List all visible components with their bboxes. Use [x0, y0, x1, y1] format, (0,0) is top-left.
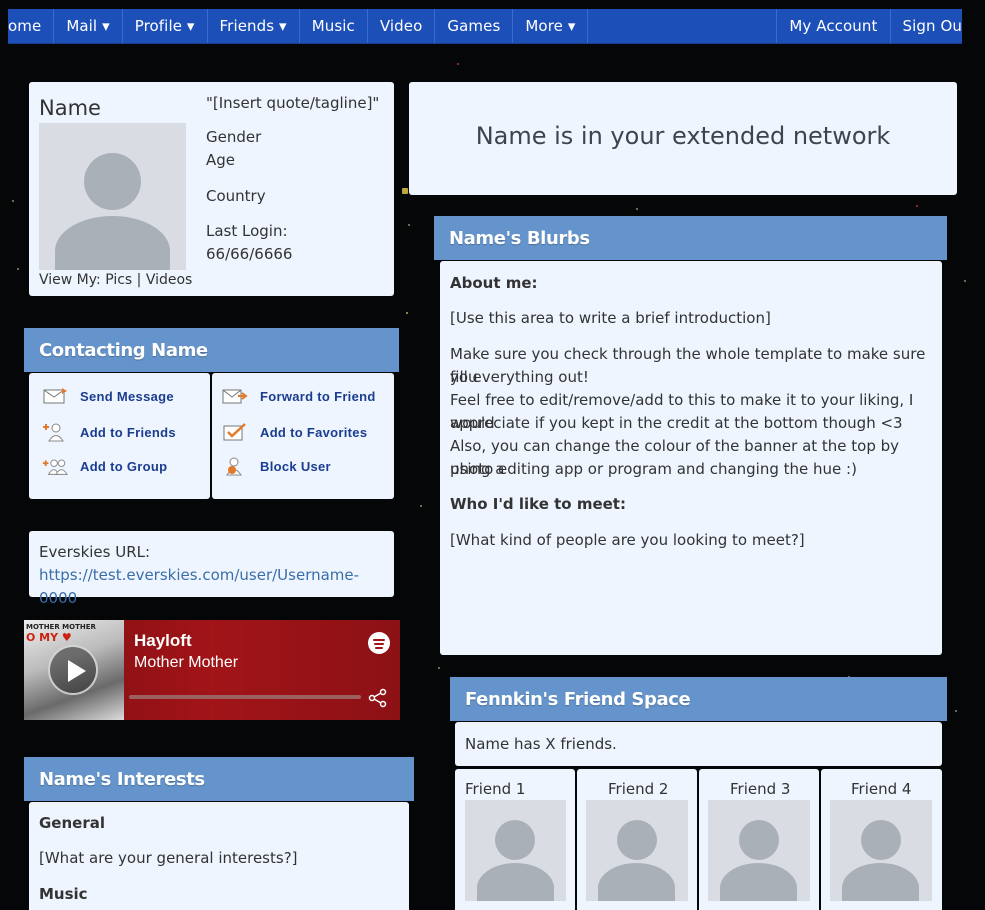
add-friends-label: Add to Friends	[80, 424, 176, 440]
friend-name-1[interactable]: Friend 1	[465, 780, 525, 798]
add-group-label: Add to Group	[80, 458, 168, 474]
meet-label: Who I'd like to meet:	[450, 495, 626, 513]
blurb-line-6: photo editing app or program and changin…	[450, 460, 857, 478]
friend-name-3[interactable]: Friend 3	[730, 780, 790, 798]
interests-header: Name's Interests	[24, 757, 414, 801]
friend-avatar-1[interactable]	[465, 800, 566, 901]
meet-text: [What kind of people are you looking to …	[450, 531, 805, 549]
about-me-text: [Use this area to write a brief introduc…	[450, 309, 771, 327]
url-box: Everskies URL: https://test.everskies.co…	[29, 531, 394, 607]
friend-name-4[interactable]: Friend 4	[851, 780, 911, 798]
song-title[interactable]: Hayloft	[134, 631, 192, 651]
play-button[interactable]	[48, 645, 98, 695]
block-user-button[interactable]: Block User	[222, 456, 331, 476]
friend-avatar-4[interactable]	[830, 800, 932, 901]
contact-header: Contacting Name	[24, 328, 399, 372]
progress-bar[interactable]	[129, 695, 361, 699]
album-cover: MOTHER MOTHER O MY ♥	[24, 620, 124, 720]
nav-mail[interactable]: Mail ▾	[54, 9, 123, 43]
url-label: Everskies URL:	[39, 543, 151, 561]
favorites-check-icon	[222, 422, 248, 442]
view-my-prefix: View My:	[39, 272, 106, 288]
last-login-value: 66/66/6666	[206, 245, 293, 263]
view-my-links: View My: Pics | Videos	[39, 272, 192, 288]
forward-to-friend-button[interactable]: Forward to Friend	[222, 386, 376, 406]
blurbs-header: Name's Blurbs	[434, 216, 947, 260]
add-favorites-label: Add to Favorites	[260, 424, 368, 440]
nav-more[interactable]: More ▾	[513, 9, 589, 43]
add-group-icon	[42, 456, 68, 476]
forward-envelope-icon	[222, 386, 248, 406]
nav-games[interactable]: Games	[435, 9, 514, 43]
interests-music-label: Music	[39, 885, 88, 903]
friend-name-2[interactable]: Friend 2	[608, 780, 668, 798]
nav-sign-out[interactable]: Sign Ou	[891, 9, 963, 43]
add-friend-icon	[42, 422, 68, 442]
friend-count-text: Name has X friends.	[465, 735, 617, 753]
nav-video[interactable]: Video	[368, 9, 436, 43]
profile-card: Name "[Insert quote/tagline]" Gender Age…	[29, 82, 394, 296]
artist-name[interactable]: Mother Mother	[134, 654, 238, 672]
block-user-icon	[222, 456, 248, 476]
profile-tagline: "[Insert quote/tagline]"	[206, 94, 380, 112]
friend-card-2[interactable]: Friend 2	[577, 769, 697, 910]
spotify-player: MOTHER MOTHER O MY ♥ Hayloft Mother Moth…	[24, 620, 400, 720]
nav-home[interactable]: ome	[8, 9, 55, 43]
friend-card-3[interactable]: Friend 3	[699, 769, 819, 910]
profile-url-link[interactable]: https://test.everskies.com/user/Username…	[39, 564, 394, 610]
friend-space-header: Fennkin's Friend Space	[450, 677, 947, 721]
add-to-favorites-button[interactable]: Add to Favorites	[222, 422, 367, 442]
friend-card-1[interactable]: Friend 1	[455, 769, 575, 910]
interests-panel: General [What are your general interests…	[29, 802, 409, 910]
envelope-icon	[42, 386, 68, 406]
profile-name: Name	[39, 96, 101, 120]
profile-gender: Gender	[206, 128, 262, 146]
forward-label: Forward to Friend	[260, 388, 376, 404]
blurb-line-2: fill everything out!	[450, 368, 589, 386]
nav-profile[interactable]: Profile ▾	[123, 9, 208, 43]
friend-avatar-3[interactable]	[708, 800, 810, 901]
top-nav: ome Mail ▾ Profile ▾ Friends ▾ Music Vid…	[8, 9, 962, 44]
send-message-button[interactable]: Send Message	[42, 386, 174, 406]
friend-card-4[interactable]: Friend 4	[821, 769, 942, 910]
block-user-label: Block User	[260, 458, 331, 474]
nav-music[interactable]: Music	[300, 9, 368, 43]
network-text: Name is in your extended network	[475, 122, 891, 150]
add-to-group-button[interactable]: Add to Group	[42, 456, 167, 476]
interests-general-text: [What are your general interests?]	[39, 849, 298, 867]
nav-my-account[interactable]: My Account	[777, 9, 891, 43]
friend-avatar-2[interactable]	[586, 800, 688, 901]
nav-friends[interactable]: Friends ▾	[208, 9, 300, 43]
nav-spacer	[588, 9, 778, 43]
last-login-label: Last Login:	[206, 222, 288, 240]
about-me-label: About me:	[450, 274, 538, 292]
blurbs-panel: About me: [Use this area to write a brie…	[440, 261, 942, 655]
blurb-line-4: appreciate if you kept in the credit at …	[450, 414, 903, 432]
album-cover-line2: O MY ♥	[26, 631, 72, 644]
profile-age: Age	[206, 151, 236, 169]
friend-count-panel: Name has X friends.	[455, 722, 942, 766]
videos-link[interactable]: Videos	[146, 272, 193, 288]
spotify-icon[interactable]	[368, 632, 390, 654]
interests-general-label: General	[39, 814, 105, 832]
add-to-friends-button[interactable]: Add to Friends	[42, 422, 176, 442]
send-message-label: Send Message	[80, 388, 174, 404]
profile-avatar	[39, 123, 186, 270]
pics-link[interactable]: Pics	[105, 272, 132, 288]
link-separator: |	[132, 272, 146, 288]
share-icon[interactable]	[368, 688, 388, 708]
profile-country: Country	[206, 187, 266, 205]
network-banner: Name is in your extended network	[409, 82, 957, 195]
album-cover-line1: MOTHER MOTHER	[26, 623, 96, 631]
